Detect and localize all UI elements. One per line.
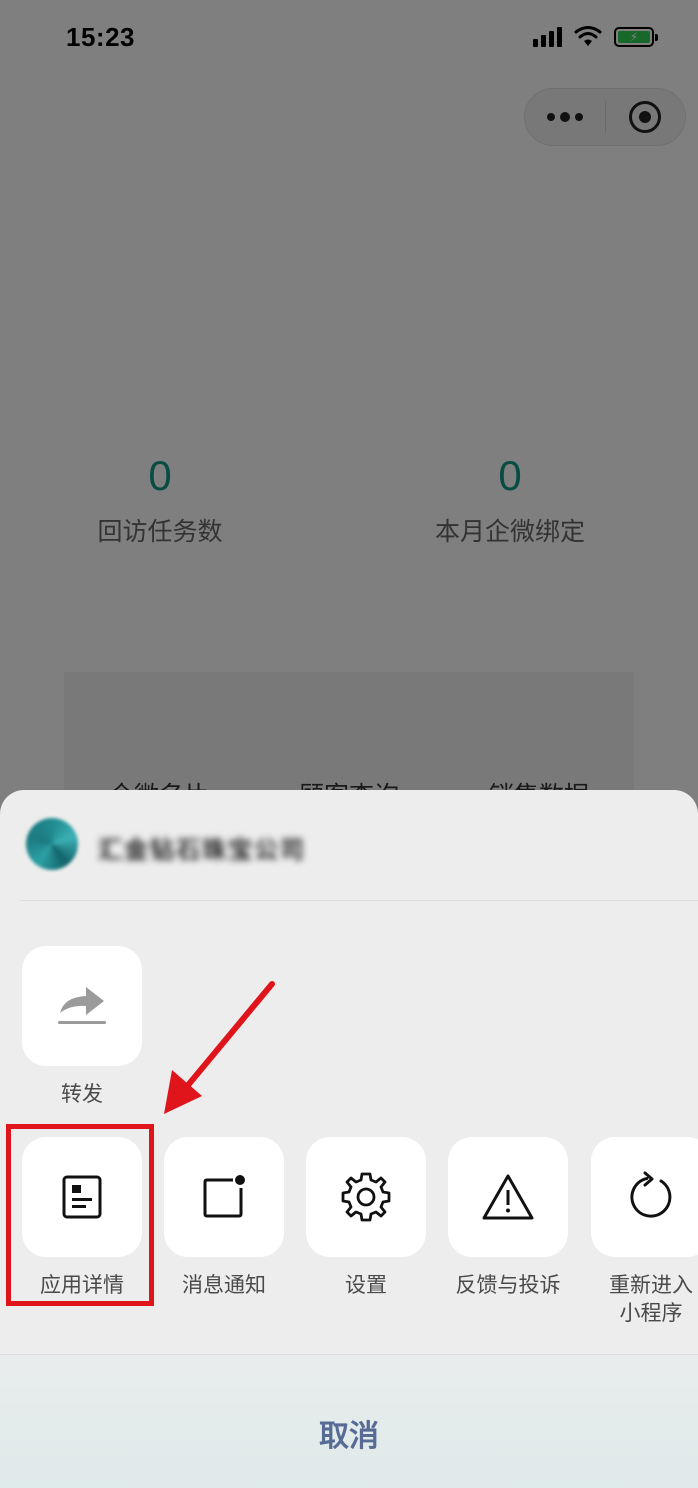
notification-button[interactable]: 消息通知 [164, 1137, 284, 1299]
settings-button[interactable]: 设置 [306, 1137, 426, 1299]
action-tile[interactable] [306, 1137, 426, 1257]
forward-button[interactable]: 转发 [22, 946, 142, 1108]
sheet-header: 汇金钻石珠宝公司 [0, 790, 698, 900]
reload-icon [630, 1171, 672, 1218]
action-tile[interactable] [164, 1137, 284, 1257]
action-label: 消息通知 [182, 1273, 266, 1297]
action-tile[interactable] [448, 1137, 568, 1257]
app-name: 汇金钻石珠宝公司 [98, 836, 306, 864]
annotation-arrow-icon [164, 981, 275, 1114]
gear-icon [341, 1172, 391, 1222]
app-logo [26, 818, 78, 870]
action-label: 设置 [345, 1273, 387, 1297]
action-label: 转发 [61, 1082, 103, 1106]
cancel-button[interactable]: 取消 [0, 1355, 698, 1488]
warning-icon [482, 1174, 534, 1220]
action-label: 重新进入 小程序 [609, 1273, 693, 1325]
action-label: 反馈与投诉 [455, 1273, 561, 1297]
divider [20, 900, 698, 901]
notification-icon [203, 1175, 245, 1218]
forward-icon [58, 987, 106, 1024]
reload-button[interactable]: 重新进入 小程序 [591, 1137, 698, 1327]
action-tile[interactable] [591, 1137, 698, 1257]
annotation-highlight-box [6, 1124, 154, 1306]
action-tile[interactable] [22, 946, 142, 1066]
feedback-button[interactable]: 反馈与投诉 [448, 1137, 568, 1299]
